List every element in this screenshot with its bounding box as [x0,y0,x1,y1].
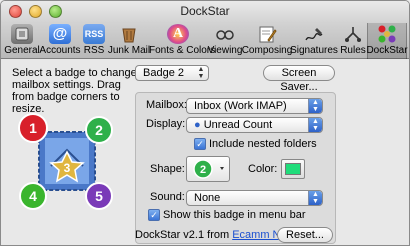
sound-popup[interactable]: None ▲ ▼ [186,190,323,206]
rules-icon [342,24,364,44]
badge-1[interactable]: 1 [18,113,48,143]
dockstar-pane: Select a badge to change mailbox setting… [1,60,409,245]
reset-button[interactable]: Reset... [277,227,333,243]
svg-text:2: 2 [95,122,103,138]
toolbar-item-accounts[interactable]: @ Accounts [39,23,81,59]
include-nested-label: Include nested folders [209,138,317,150]
zoom-window-button[interactable] [49,5,62,18]
svg-text:4: 4 [29,188,37,204]
toolbar-item-composing[interactable]: Composing [242,23,292,59]
preferences-window: DockStar General @ Accounts RSS RSS Junk… [0,0,410,246]
bullet-icon: ● [194,119,201,131]
toolbar-item-general[interactable]: General [4,23,40,59]
sound-label: Sound: [150,191,185,203]
badge-4[interactable]: 4 [19,182,47,210]
color-well[interactable] [281,159,305,179]
preferences-toolbar: General @ Accounts RSS RSS Junk Mail A F… [1,23,409,59]
color-label: Color: [248,163,278,175]
toolbar-item-viewing[interactable]: Viewing [208,23,242,59]
composing-pencil-icon [256,24,278,44]
show-in-menu-bar-label: Show this badge in menu bar [163,209,306,221]
minimize-window-button[interactable] [29,5,42,18]
dockstar-icon [376,24,398,44]
toolbar-item-fonts-colors[interactable]: A Fonts & Colors [149,23,215,59]
window-title: DockStar [180,4,230,18]
svg-text:3: 3 [64,161,71,175]
badge-settings-group: Mailbox: Inbox (Work IMAP) ▲ ▼ Display: ●… [135,92,336,244]
title-bar: DockStar [1,1,409,23]
show-in-menu-bar-checkbox[interactable]: ✓ [148,209,160,221]
popup-arrows-icon: ▲ ▼ [197,66,205,80]
badge-5[interactable]: 5 [85,182,113,210]
popup-arrows-icon: ▲ ▼ [308,99,322,113]
footer: DockStar v2.1 from Ecamm Network Reset..… [1,226,409,245]
toolbar-item-dockstar[interactable]: DockStar [366,23,408,59]
chevron-down-icon [220,167,224,170]
svg-text:5: 5 [95,188,103,204]
shape-picker[interactable]: 2 [186,156,230,182]
shape-label: Shape: [150,163,185,175]
rss-icon: RSS [83,24,105,44]
junk-mail-bin-icon [118,24,140,44]
close-window-button[interactable] [9,5,22,18]
include-nested-checkbox[interactable]: ✓ [194,138,206,150]
signatures-pen-icon [303,24,325,44]
display-popup[interactable]: ● Unread Count ▲ ▼ [186,117,323,133]
badge-arrangement: 1 2 3 4 5 [18,113,113,210]
toolbar-item-junk-mail[interactable]: Junk Mail [108,23,150,59]
popup-arrows-icon: ▲ ▼ [308,118,322,132]
display-label: Display: [146,118,186,130]
general-switch-icon [11,24,33,44]
badge-2[interactable]: 2 [85,116,113,144]
badge-select-popup[interactable]: Badge 2 ▲ ▼ [135,65,209,81]
at-sign-icon: @ [49,24,71,44]
popup-arrows-icon: ▲ ▼ [308,191,322,205]
viewing-glasses-icon [214,24,236,44]
screen-saver-button[interactable]: Screen Saver... [263,65,335,93]
fonts-colors-icon: A [167,24,189,44]
color-swatch [285,163,301,175]
svg-text:1: 1 [29,120,37,136]
toolbar-item-rss[interactable]: RSS RSS [81,23,107,59]
shape-badge-number: 2 [200,164,206,176]
mailbox-popup[interactable]: Inbox (Work IMAP) ▲ ▼ [186,98,323,114]
mailbox-label: Mailbox: [146,99,187,111]
toolbar-item-signatures[interactable]: Signatures [290,23,338,59]
